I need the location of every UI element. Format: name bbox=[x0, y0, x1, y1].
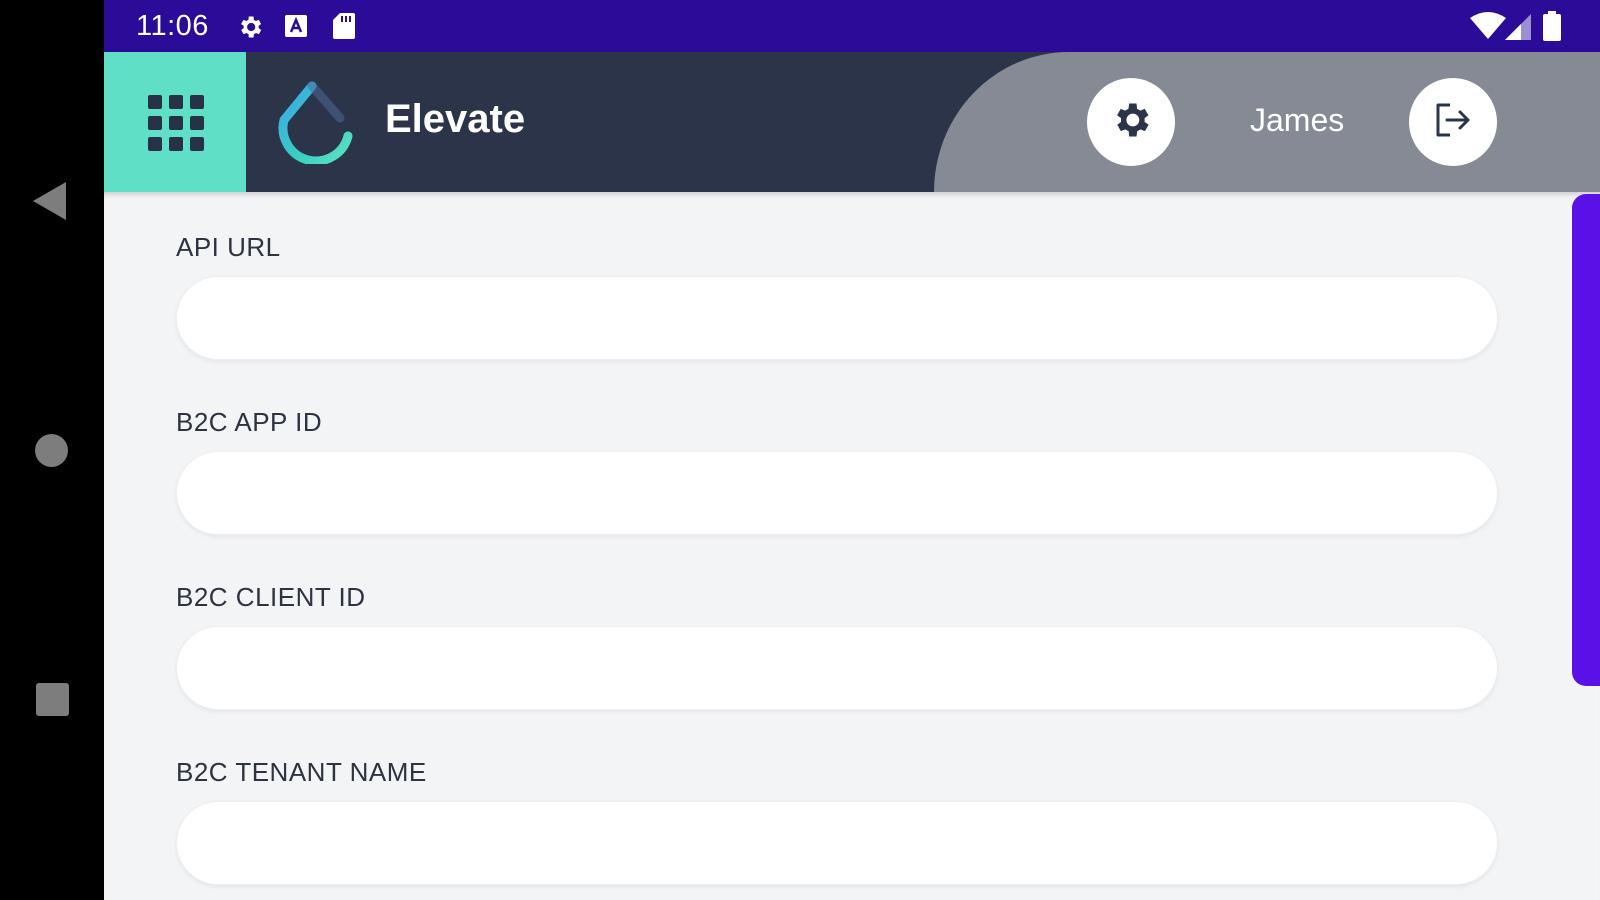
scrollbar-thumb[interactable] bbox=[1572, 194, 1600, 686]
settings-form: API URL B2C APP ID B2C CLIENT ID B2C TEN… bbox=[104, 192, 1600, 900]
sd-card-icon bbox=[332, 12, 356, 45]
battery-icon bbox=[1542, 11, 1562, 46]
cell-signal-icon bbox=[1504, 13, 1532, 46]
app-title: Elevate bbox=[385, 97, 526, 141]
b2c-client-id-label: B2C CLIENT ID bbox=[176, 582, 366, 612]
logout-icon bbox=[1430, 97, 1476, 148]
app-header: Elevate James bbox=[104, 52, 1600, 192]
status-bar: 11:06 bbox=[104, 0, 1600, 52]
settings-button[interactable] bbox=[1087, 78, 1175, 166]
back-icon[interactable] bbox=[33, 182, 66, 220]
b2c-client-id-input[interactable] bbox=[176, 626, 1498, 710]
logout-button[interactable] bbox=[1409, 78, 1497, 166]
grid-menu-icon bbox=[148, 95, 204, 151]
wifi-icon bbox=[1470, 12, 1506, 45]
elevate-logo-icon bbox=[270, 80, 354, 169]
gear-icon bbox=[1109, 98, 1153, 147]
b2c-tenant-name-label: B2C TENANT NAME bbox=[176, 757, 427, 787]
system-nav-bar bbox=[0, 0, 104, 900]
status-time: 11:06 bbox=[136, 10, 209, 42]
app-launcher-button[interactable] bbox=[104, 52, 246, 192]
b2c-app-id-label: B2C APP ID bbox=[176, 407, 323, 437]
b2c-app-id-input[interactable] bbox=[176, 451, 1498, 535]
b2c-tenant-name-input[interactable] bbox=[176, 801, 1498, 885]
recents-icon[interactable] bbox=[36, 683, 69, 716]
home-icon[interactable] bbox=[35, 434, 68, 467]
api-url-label: API URL bbox=[176, 232, 281, 262]
api-url-input[interactable] bbox=[176, 276, 1498, 360]
a-badge-icon bbox=[284, 14, 308, 43]
user-name: James bbox=[1250, 102, 1345, 138]
settings-icon bbox=[236, 13, 264, 46]
